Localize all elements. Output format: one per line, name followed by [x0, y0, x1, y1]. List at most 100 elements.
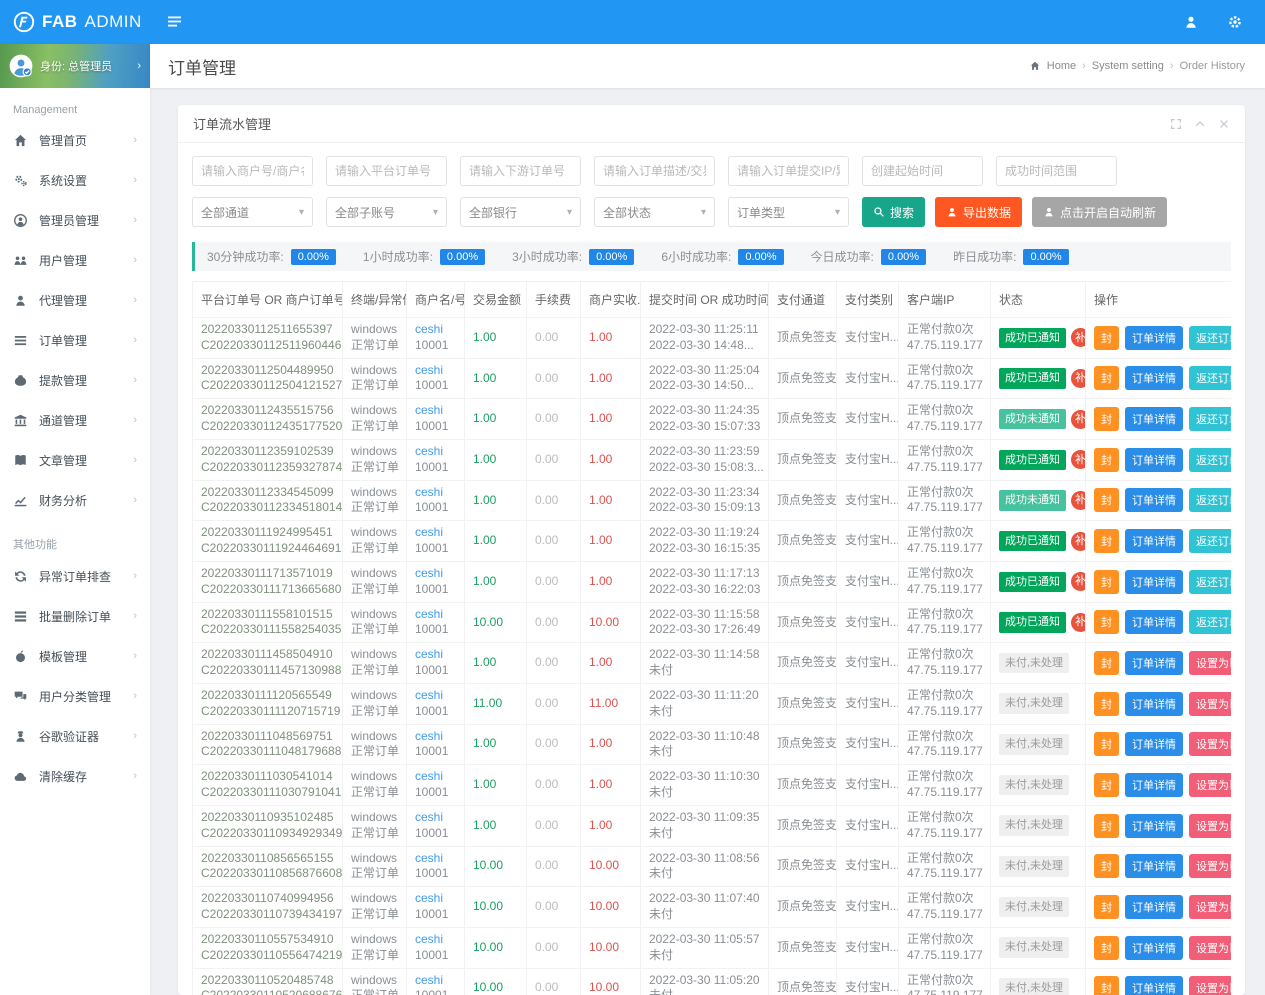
refund-order-button[interactable]: 返还订单: [1189, 610, 1231, 634]
merchant-link[interactable]: ceshi: [415, 607, 443, 621]
downstream-order-input[interactable]: [460, 156, 581, 186]
patch-badge[interactable]: 补: [1071, 613, 1086, 632]
block-order-button[interactable]: 封: [1094, 366, 1119, 390]
sidebar-item[interactable]: 用户分类管理 ›: [0, 676, 150, 716]
set-paid-button[interactable]: 设置为已支付: [1189, 854, 1231, 878]
set-paid-button[interactable]: 设置为已支付: [1189, 976, 1231, 995]
order-details-button[interactable]: 订单详情: [1125, 326, 1183, 350]
sidebar-item[interactable]: 异常订单排查 ›: [0, 556, 150, 596]
refund-order-button[interactable]: 返还订单: [1189, 366, 1231, 390]
refund-order-button[interactable]: 返还订单: [1189, 407, 1231, 431]
set-paid-button[interactable]: 设置为已支付: [1189, 651, 1231, 675]
merchant-link[interactable]: ceshi: [415, 322, 443, 336]
merchant-link[interactable]: ceshi: [415, 973, 443, 987]
merchant-link[interactable]: ceshi: [415, 444, 443, 458]
block-order-button[interactable]: 封: [1094, 773, 1119, 797]
sidebar-item[interactable]: 管理员管理 ›: [0, 200, 150, 240]
merchant-link[interactable]: ceshi: [415, 485, 443, 499]
sidebar-item[interactable]: 谷歌验证器 ›: [0, 716, 150, 756]
refund-order-button[interactable]: 返还订单: [1189, 570, 1231, 594]
sidebar-item[interactable]: 清除缓存 ›: [0, 756, 150, 796]
block-order-button[interactable]: 封: [1094, 854, 1119, 878]
block-order-button[interactable]: 封: [1094, 732, 1119, 756]
sidebar-item[interactable]: 模板管理 ›: [0, 636, 150, 676]
user-panel[interactable]: 身份: 总管理员 ›: [0, 44, 150, 88]
order-details-button[interactable]: 订单详情: [1125, 732, 1183, 756]
sidebar-item[interactable]: 管理首页 ›: [0, 120, 150, 160]
merchant-link[interactable]: ceshi: [415, 566, 443, 580]
merchant-link[interactable]: ceshi: [415, 932, 443, 946]
merchant-link[interactable]: ceshi: [415, 769, 443, 783]
sidebar-item[interactable]: 用户管理 ›: [0, 240, 150, 280]
order-details-button[interactable]: 订单详情: [1125, 570, 1183, 594]
subaccount-select[interactable]: 全部子账号▾: [326, 197, 447, 227]
merchant-link[interactable]: ceshi: [415, 810, 443, 824]
block-order-button[interactable]: 封: [1094, 570, 1119, 594]
block-order-button[interactable]: 封: [1094, 326, 1119, 350]
merchant-link[interactable]: ceshi: [415, 851, 443, 865]
breadcrumb-home[interactable]: Home: [1047, 60, 1076, 72]
refund-order-button[interactable]: 返还订单: [1189, 326, 1231, 350]
block-order-button[interactable]: 封: [1094, 610, 1119, 634]
set-paid-button[interactable]: 设置为已支付: [1189, 936, 1231, 960]
merchant-link[interactable]: ceshi: [415, 729, 443, 743]
merchant-search-input[interactable]: [192, 156, 313, 186]
block-order-button[interactable]: 封: [1094, 448, 1119, 472]
platform-order-input[interactable]: [326, 156, 447, 186]
patch-badge[interactable]: 补: [1071, 410, 1086, 429]
channel-select[interactable]: 全部通道▾: [192, 197, 313, 227]
search-button[interactable]: 搜索: [862, 197, 925, 227]
brand[interactable]: FAB ADMIN: [0, 11, 150, 33]
order-details-button[interactable]: 订单详情: [1125, 692, 1183, 716]
order-desc-input[interactable]: [594, 156, 715, 186]
merchant-link[interactable]: ceshi: [415, 647, 443, 661]
status-select[interactable]: 全部状态▾: [594, 197, 715, 227]
hamburger-menu-icon[interactable]: [168, 16, 182, 28]
order-details-button[interactable]: 订单详情: [1125, 854, 1183, 878]
order-details-button[interactable]: 订单详情: [1125, 814, 1183, 838]
close-icon[interactable]: [1218, 118, 1230, 130]
set-paid-button[interactable]: 设置为已支付: [1189, 895, 1231, 919]
patch-badge[interactable]: 补: [1071, 532, 1086, 551]
order-details-button[interactable]: 订单详情: [1125, 488, 1183, 512]
order-details-button[interactable]: 订单详情: [1125, 366, 1183, 390]
block-order-button[interactable]: 封: [1094, 651, 1119, 675]
sidebar-item[interactable]: 批量删除订单 ›: [0, 596, 150, 636]
order-details-button[interactable]: 订单详情: [1125, 651, 1183, 675]
bank-select[interactable]: 全部银行▾: [460, 197, 581, 227]
block-order-button[interactable]: 封: [1094, 692, 1119, 716]
merchant-link[interactable]: ceshi: [415, 525, 443, 539]
order-details-button[interactable]: 订单详情: [1125, 610, 1183, 634]
block-order-button[interactable]: 封: [1094, 529, 1119, 553]
auto-refresh-button[interactable]: 点击开启自动刷新: [1032, 197, 1167, 227]
block-order-button[interactable]: 封: [1094, 488, 1119, 512]
sidebar-item[interactable]: 代理管理 ›: [0, 280, 150, 320]
block-order-button[interactable]: 封: [1094, 936, 1119, 960]
order-type-select[interactable]: 订单类型▾: [728, 197, 849, 227]
sidebar-item[interactable]: 系统设置 ›: [0, 160, 150, 200]
order-details-button[interactable]: 订单详情: [1125, 976, 1183, 995]
block-order-button[interactable]: 封: [1094, 407, 1119, 431]
export-data-button[interactable]: 导出数据: [935, 197, 1022, 227]
patch-badge[interactable]: 补: [1071, 491, 1086, 510]
block-order-button[interactable]: 封: [1094, 976, 1119, 995]
merchant-link[interactable]: ceshi: [415, 403, 443, 417]
set-paid-button[interactable]: 设置为已支付: [1189, 692, 1231, 716]
user-icon[interactable]: [1183, 14, 1199, 30]
patch-badge[interactable]: 补: [1071, 572, 1086, 591]
patch-badge[interactable]: 补: [1071, 369, 1086, 388]
ip-input[interactable]: [728, 156, 849, 186]
patch-badge[interactable]: 补: [1071, 450, 1086, 469]
collapse-icon[interactable]: [1194, 118, 1206, 130]
breadcrumb-item[interactable]: System setting: [1092, 60, 1164, 72]
refund-order-button[interactable]: 返还订单: [1189, 488, 1231, 512]
order-details-button[interactable]: 订单详情: [1125, 773, 1183, 797]
create-time-input[interactable]: [862, 156, 983, 186]
gear-icon[interactable]: [1227, 14, 1243, 30]
patch-badge[interactable]: 补: [1071, 328, 1086, 347]
block-order-button[interactable]: 封: [1094, 895, 1119, 919]
merchant-link[interactable]: ceshi: [415, 891, 443, 905]
sidebar-item[interactable]: 财务分析 ›: [0, 480, 150, 520]
expand-icon[interactable]: [1170, 118, 1182, 130]
set-paid-button[interactable]: 设置为已支付: [1189, 814, 1231, 838]
